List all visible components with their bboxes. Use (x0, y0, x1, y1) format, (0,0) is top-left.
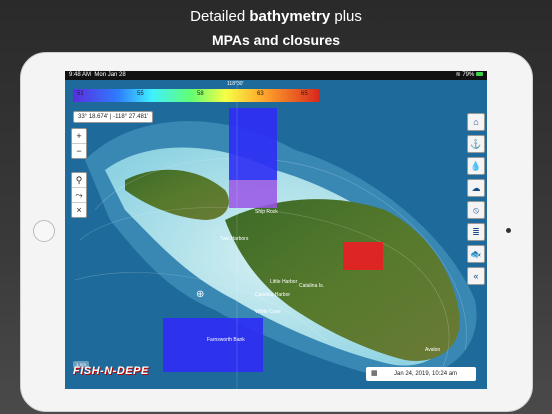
camera-dot (506, 228, 511, 233)
mpa-blue-north (229, 108, 277, 180)
map-label-avalon: Avalon (425, 347, 441, 353)
app-logo: FISH-N-DEPE (73, 365, 149, 377)
battery-percent: 79% (462, 72, 475, 78)
battery-icon (476, 72, 483, 76)
headline-suffix: plus (330, 8, 362, 25)
collapse-icon[interactable]: « (467, 267, 485, 285)
zoom-controls: + − (71, 128, 87, 159)
longitude-label: 118°30' (227, 81, 244, 87)
drop-icon[interactable]: 💧 (467, 157, 485, 175)
app-screen: 9:48 AM Mon Jan 28 ≋ 79% 51 55 58 63 65 … (65, 71, 487, 389)
mpa-purple (229, 180, 277, 208)
mpa-farnsworth (163, 318, 263, 372)
map-label-catalina-harbor: Catalina Harbor (255, 292, 291, 298)
status-time: 9:48 AM (69, 72, 92, 78)
map-label-white-cove: White Cove (255, 309, 281, 315)
draw-tools: ⚲ ⤳ × (71, 172, 87, 218)
bathymetry-map[interactable]: 51 55 58 63 65 118°30' 33° 18.674' | -11… (65, 80, 487, 389)
date-selector[interactable]: ▦ Jan 24, 2019, 10:24 am (366, 367, 476, 381)
home-button[interactable] (33, 220, 55, 242)
route-button[interactable]: ⤳ (72, 188, 86, 203)
fish-icon[interactable]: 🐟 (467, 245, 485, 263)
map-label-farnsworth: Farnsworth Bank (207, 337, 245, 343)
zoom-in-button[interactable]: + (72, 129, 86, 144)
map-label-little-harbor: Little Harbor (270, 279, 298, 285)
legend-tick: 63 (257, 91, 264, 97)
anchor-icon[interactable]: ⚓ (467, 135, 485, 153)
layer-toolbar: ⌂ ⚓ 💧 ☁ ⦸ ≣ 🐟 « (467, 113, 485, 289)
layers-icon[interactable]: ≣ (467, 223, 485, 241)
map-label-ship-rock: Ship Rock (255, 209, 278, 215)
no-entry-icon[interactable]: ⦸ (467, 201, 485, 219)
legend-tick: 65 (301, 91, 308, 97)
status-time-date: 9:48 AM Mon Jan 28 (69, 71, 126, 80)
legend-tick: 55 (137, 91, 144, 97)
status-bar: 9:48 AM Mon Jan 28 ≋ 79% (65, 71, 487, 80)
legend-tick: 58 (197, 91, 204, 97)
headline-line2: MPAs and closures (211, 32, 341, 48)
zoom-out-button[interactable]: − (72, 144, 86, 158)
wifi-icon: ≋ (455, 72, 461, 78)
depth-legend: 51 55 58 63 65 (73, 89, 319, 102)
map-canvas (65, 80, 487, 389)
headline-line1: Detailed bathymetry plus (0, 8, 552, 25)
calendar-icon: ▦ (371, 370, 378, 377)
legend-tick: 51 (77, 91, 84, 97)
status-date: Mon Jan 28 (94, 72, 126, 78)
date-text: Jan 24, 2019, 10:24 am (394, 371, 458, 377)
cursor-coordinates: 33° 18.674' | -118° 27.481' (73, 111, 154, 123)
pin-button[interactable]: ⚲ (72, 173, 86, 188)
map-label-two-harbors: Two Harbors (220, 236, 249, 242)
weather-icon[interactable]: ☁ (467, 179, 485, 197)
home-icon[interactable]: ⌂ (467, 113, 485, 131)
headline-bold: bathymetry (249, 8, 331, 25)
clear-button[interactable]: × (72, 203, 86, 217)
map-label-catalina: Catalina Is. (299, 283, 325, 289)
status-battery: ≋ 79% (456, 71, 483, 80)
headline-prefix: Detailed (190, 8, 250, 25)
closure-red (343, 242, 383, 270)
ipad-frame: 9:48 AM Mon Jan 28 ≋ 79% 51 55 58 63 65 … (20, 52, 533, 412)
crosshair-icon[interactable]: ⊕ (196, 289, 204, 300)
